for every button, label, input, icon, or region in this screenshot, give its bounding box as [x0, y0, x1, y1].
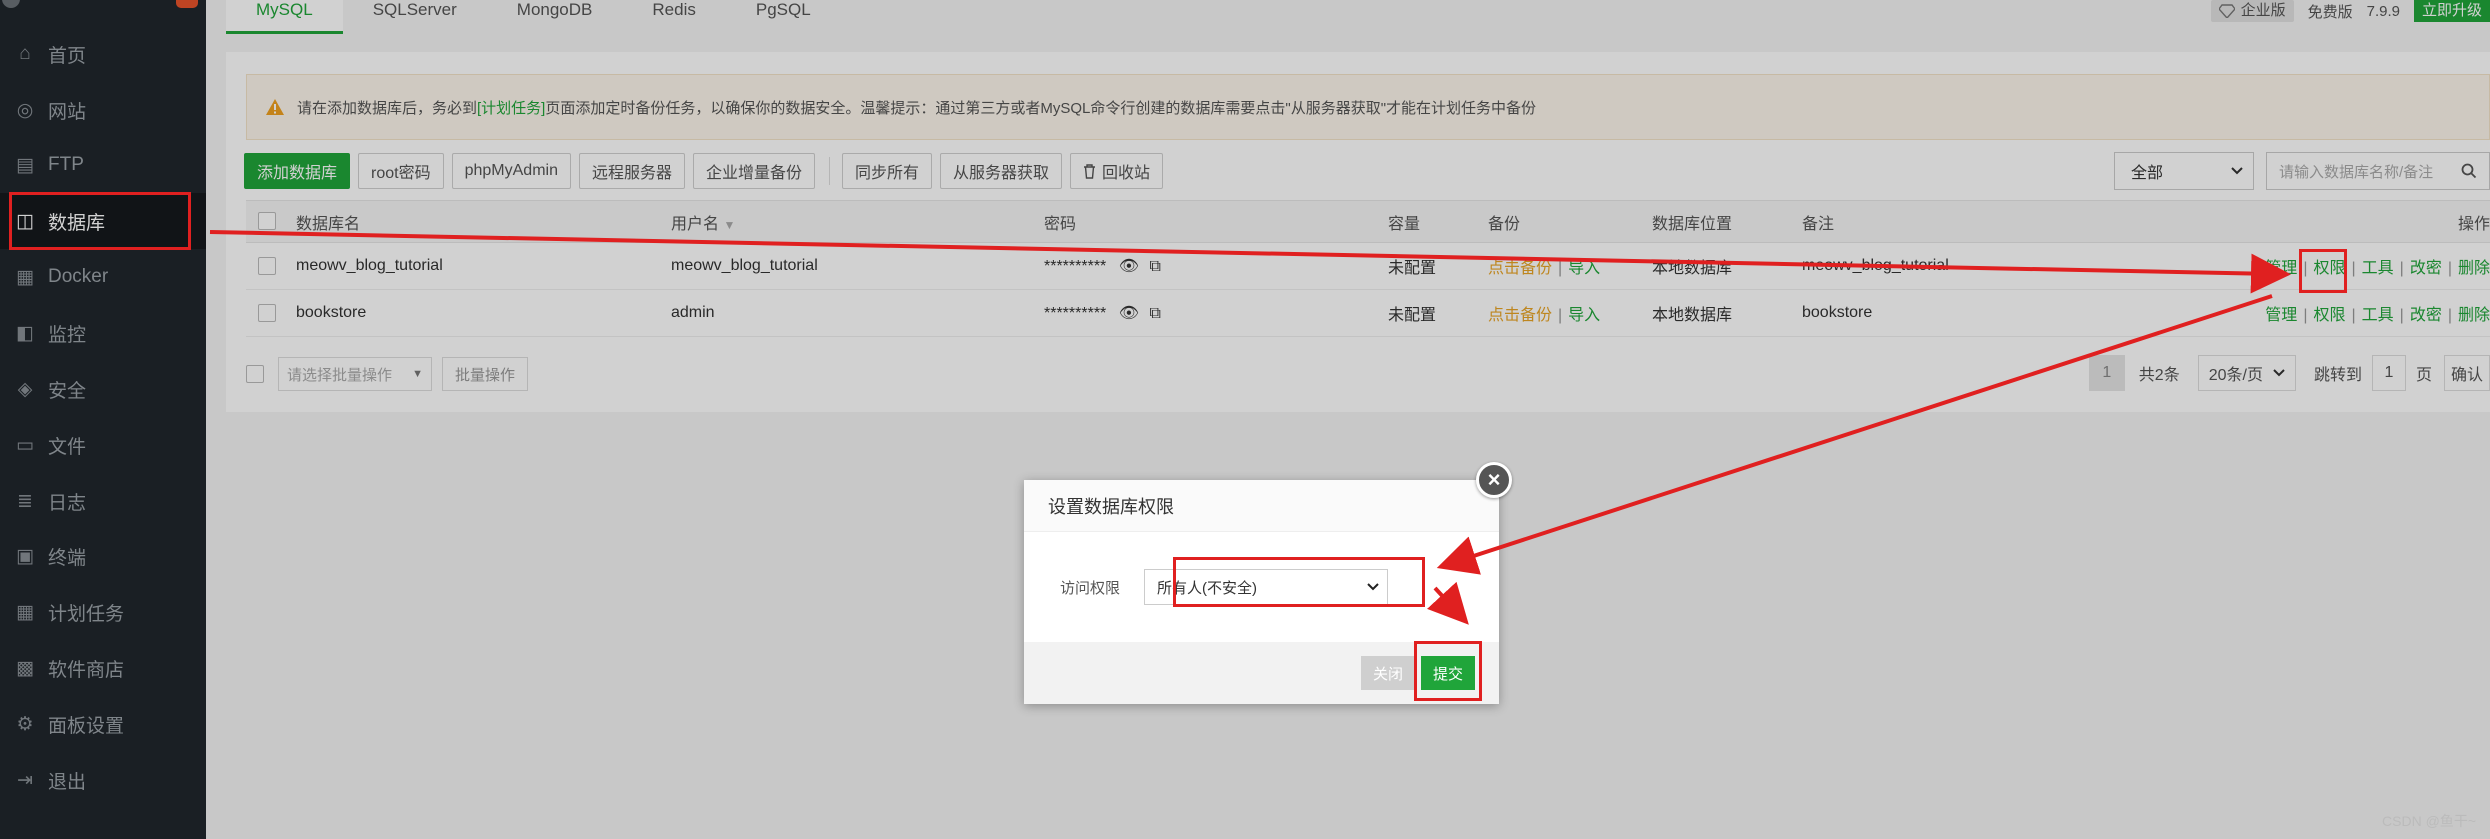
dialog-title: 设置数据库权限 [1024, 480, 1499, 532]
chevron-down-icon [1367, 583, 1379, 591]
dialog-footer: 关闭 提交 [1024, 642, 1499, 704]
modal-overlay [0, 0, 2490, 839]
submit-button[interactable]: 提交 [1420, 656, 1475, 690]
access-permission-value: 所有人(不安全) [1157, 579, 1257, 597]
watermark: CSDN @鱼干~ [2382, 813, 2476, 829]
close-button[interactable]: 关闭 [1360, 656, 1415, 690]
dialog-body: 访问权限 所有人(不安全) [1024, 532, 1499, 642]
access-permission-label: 访问权限 [1059, 579, 1120, 597]
close-icon[interactable]: × [1476, 462, 1512, 498]
db-permission-dialog: 设置数据库权限 × 访问权限 所有人(不安全) 关闭 提交 [1024, 462, 1512, 704]
access-permission-select[interactable]: 所有人(不安全) [1144, 569, 1388, 605]
